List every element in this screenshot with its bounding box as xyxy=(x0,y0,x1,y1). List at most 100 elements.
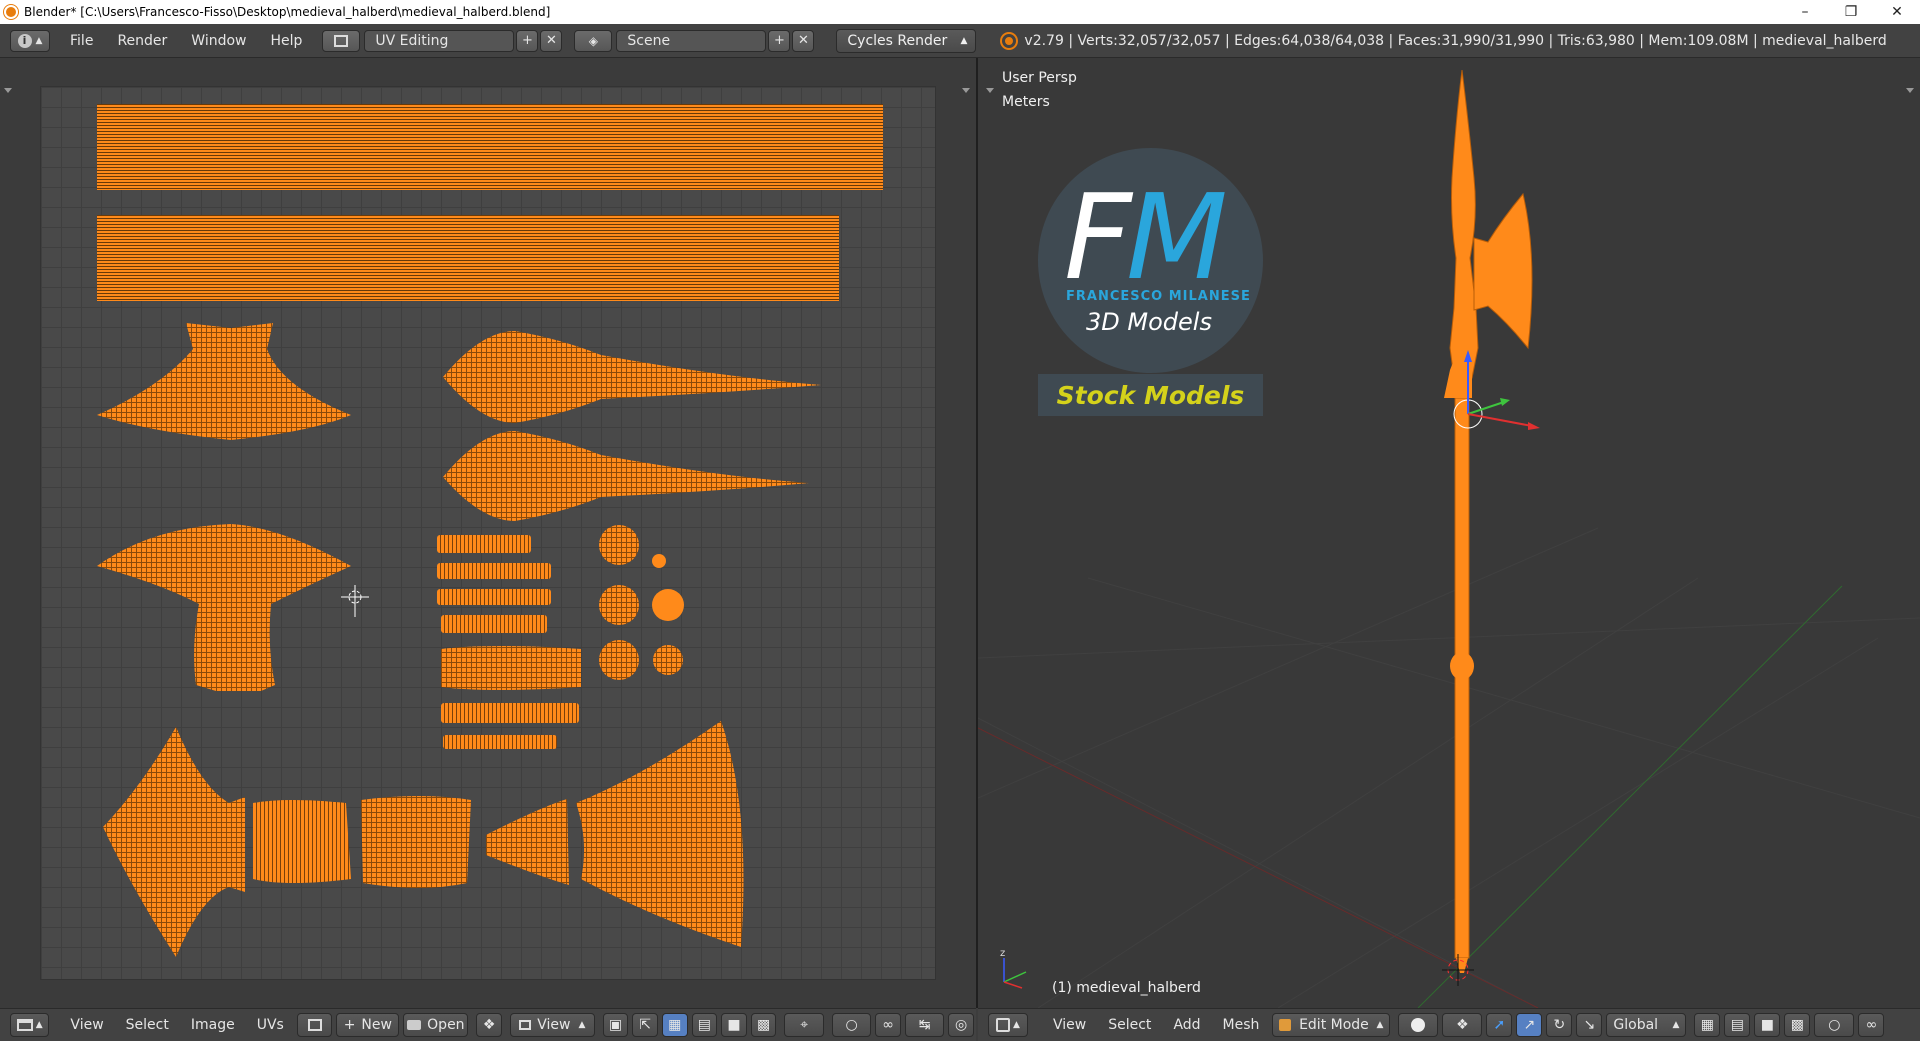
uv-island-band xyxy=(441,646,581,690)
uv-menu-select[interactable]: Select xyxy=(115,1017,180,1033)
transform-orientation-label: Global xyxy=(1613,1017,1659,1033)
3d-viewport[interactable]: User Persp Meters z (1) medieval_halberd… xyxy=(978,58,1920,1008)
logo-initial-f: F xyxy=(1064,168,1132,306)
viewport-menu-view[interactable]: View xyxy=(1042,1017,1097,1033)
editor-type-info-button[interactable]: i ▲ xyxy=(10,29,50,52)
proportional-edit-select[interactable]: ○ xyxy=(831,1013,872,1037)
manipulator-toggle-button[interactable]: ➚ xyxy=(1486,1013,1513,1037)
uv-island-cheek xyxy=(576,721,744,947)
edit-mode-icon xyxy=(1279,1019,1292,1031)
snap-icon: ∞ xyxy=(1865,1017,1878,1033)
restore-icon[interactable]: ❐ xyxy=(1828,0,1874,24)
window-title-bar: Blender* [C:\Users\Francesco-Fisso\Deskt… xyxy=(0,0,1920,24)
view-icon xyxy=(519,1020,532,1030)
uv-island-band xyxy=(437,589,551,605)
uv-island-band xyxy=(437,563,551,579)
new-image-button[interactable]: + New xyxy=(336,1013,400,1037)
uv-menu-view[interactable]: View xyxy=(59,1017,114,1033)
y-manipulator-arrow[interactable] xyxy=(1467,401,1505,415)
halberd-mesh[interactable] xyxy=(1444,69,1533,973)
uv-select-mode-button[interactable]: ⇱ xyxy=(632,1013,658,1037)
folder-icon xyxy=(407,1020,422,1030)
uv-sync-selection-button[interactable]: ▣ xyxy=(602,1013,629,1037)
limit-selection-button[interactable]: ▩ xyxy=(1784,1013,1811,1037)
uv-island-spike xyxy=(443,331,821,423)
viewport-menu-select[interactable]: Select xyxy=(1097,1017,1162,1033)
proportional-edit-icon: ○ xyxy=(1828,1017,1841,1033)
uv-island-socket xyxy=(361,796,471,888)
uv-menu-image[interactable]: Image xyxy=(180,1017,246,1033)
logo-initial-m: M xyxy=(1126,168,1228,306)
scale-icon: ↘ xyxy=(1583,1017,1596,1033)
face-select-icon: ■ xyxy=(727,1017,741,1033)
viewport-menu-add[interactable]: Add xyxy=(1162,1017,1211,1033)
edge-select-icon: ▤ xyxy=(1730,1017,1745,1033)
add-scene-button[interactable]: + xyxy=(768,29,791,52)
uv-image-editor[interactable] xyxy=(0,58,976,1008)
image-browse-button[interactable] xyxy=(296,1013,333,1037)
snap-icon: ∞ xyxy=(882,1017,894,1033)
pivot-point-select-3d[interactable]: ❖ xyxy=(1442,1013,1483,1037)
uv-display-stretch-button[interactable]: ◎ xyxy=(948,1013,974,1037)
view-mode-label: View xyxy=(537,1017,571,1033)
snap-toggle-button-3d[interactable]: ∞ xyxy=(1858,1013,1885,1037)
render-engine-select[interactable]: Cycles Render ▲ xyxy=(836,28,977,53)
editor-type-uv-button[interactable]: ▲ xyxy=(10,1013,50,1037)
logo-name: FRANCESCO MILANESE xyxy=(1066,289,1251,304)
uv-island-spike xyxy=(443,431,809,521)
scene-browse-button[interactable]: ◈ xyxy=(574,29,613,52)
render-engine-value: Cycles Render xyxy=(847,32,948,49)
editor-type-3d-button[interactable]: ▲ xyxy=(988,1013,1028,1037)
blender-logo-icon xyxy=(1002,33,1017,48)
x-axis-line xyxy=(978,727,1539,1008)
island-select-button[interactable]: ▩ xyxy=(750,1013,777,1037)
uv-editor-header: ▲ View Select Image UVs + New Open ❖ Vie… xyxy=(0,1008,976,1041)
vertex-select-button-3d[interactable]: ▦ xyxy=(1694,1013,1721,1037)
viewport-shading-select[interactable] xyxy=(1398,1013,1439,1037)
properties-toggle-icon[interactable] xyxy=(962,88,970,93)
scene-field[interactable]: Scene xyxy=(616,29,767,52)
minimize-icon[interactable]: – xyxy=(1782,0,1828,24)
uv-grid-canvas[interactable] xyxy=(40,86,936,980)
uv-menu-uvs[interactable]: UVs xyxy=(246,1017,295,1033)
fm-logo: F M FRANCESCO MILANESE 3D Models Stock M… xyxy=(1038,148,1268,448)
delete-scene-button[interactable]: ✕ xyxy=(792,29,815,52)
interaction-mode-select[interactable]: Edit Mode ▲ xyxy=(1272,1013,1391,1037)
menu-render[interactable]: Render xyxy=(105,30,179,52)
screen-layout-field[interactable]: UV Editing xyxy=(364,29,515,52)
add-screen-button[interactable]: + xyxy=(516,29,539,52)
face-select-button-3d[interactable]: ■ xyxy=(1754,1013,1781,1037)
pin-image-button[interactable]: ❖ xyxy=(476,1013,502,1037)
scale-manipulator-button[interactable]: ↘ xyxy=(1576,1013,1603,1037)
uv-island-cap xyxy=(653,645,683,675)
translate-manipulator-button[interactable]: ↗ xyxy=(1516,1013,1543,1037)
info-header: i ▲ File Render Window Help UV Editing +… xyxy=(0,24,1920,58)
close-icon[interactable]: ✕ xyxy=(1874,0,1920,24)
chevron-updown-icon: ▲ xyxy=(35,1020,43,1030)
transform-orientation-select[interactable]: Global ▲ xyxy=(1606,1013,1687,1037)
snap-element-select[interactable]: ↹ xyxy=(904,1013,945,1037)
edge-select-button-3d[interactable]: ▤ xyxy=(1724,1013,1751,1037)
viewport-menu-mesh[interactable]: Mesh xyxy=(1212,1017,1271,1033)
toolshelf-toggle-icon[interactable] xyxy=(4,88,12,93)
uv-island-band xyxy=(441,615,547,633)
uv-island-cheek xyxy=(103,727,245,957)
pivot-point-select[interactable]: ⌖ xyxy=(784,1013,824,1037)
vertex-select-icon: ▦ xyxy=(668,1017,682,1033)
image-editor-icon xyxy=(16,1019,33,1031)
face-select-button[interactable]: ■ xyxy=(721,1013,747,1037)
screen-layout-browse-button[interactable] xyxy=(322,29,361,52)
open-image-button[interactable]: Open xyxy=(403,1013,469,1037)
delete-screen-button[interactable]: ✕ xyxy=(540,29,563,52)
vertex-select-button[interactable]: ▦ xyxy=(661,1013,688,1037)
menu-window[interactable]: Window xyxy=(179,30,258,52)
menu-file[interactable]: File xyxy=(58,30,105,52)
menu-help[interactable]: Help xyxy=(258,30,314,52)
view-mode-select[interactable]: View ▲ xyxy=(510,1013,595,1037)
edge-select-button[interactable]: ▤ xyxy=(691,1013,718,1037)
proportional-edit-select-3d[interactable]: ○ xyxy=(1814,1013,1855,1037)
axis-gizmo-icon: z xyxy=(1000,948,1027,989)
window-title: Blender* [C:\Users\Francesco-Fisso\Deskt… xyxy=(24,5,551,19)
rotate-manipulator-button[interactable]: ↻ xyxy=(1546,1013,1573,1037)
snap-toggle-button[interactable]: ∞ xyxy=(875,1013,901,1037)
